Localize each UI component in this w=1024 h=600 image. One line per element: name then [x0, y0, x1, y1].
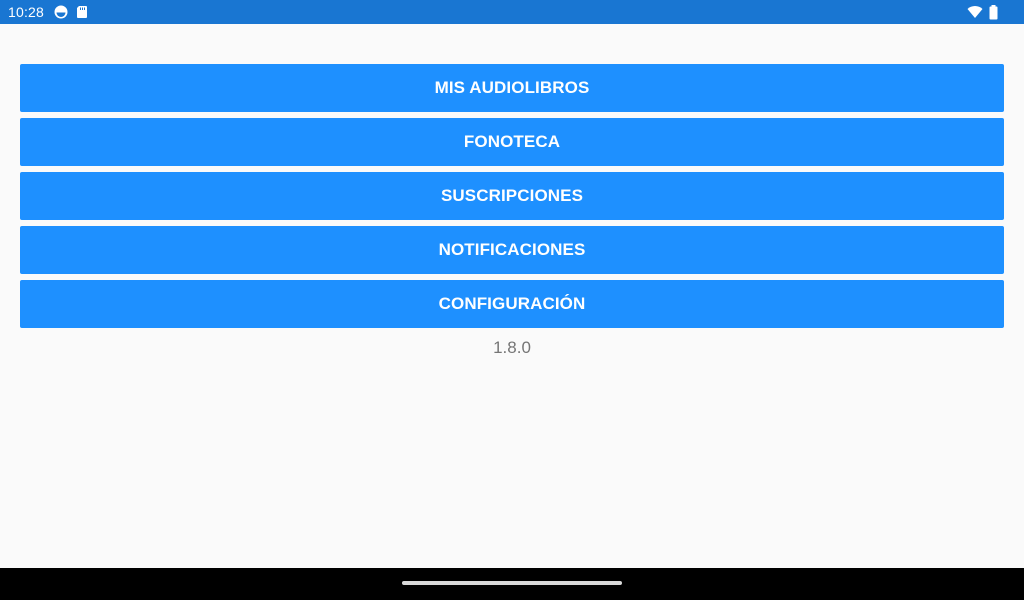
notifications-button[interactable]: NOTIFICACIONES [20, 226, 1004, 274]
status-bar-right [967, 0, 998, 24]
status-bar: 10:28 [0, 0, 1024, 24]
status-time: 10:28 [8, 4, 45, 20]
wifi-icon [967, 5, 983, 19]
settings-button[interactable]: CONFIGURACIÓN [20, 280, 1004, 328]
home-gesture-handle[interactable] [402, 581, 622, 585]
my-audiobooks-button[interactable]: MIS AUDIOLIBROS [20, 64, 1004, 112]
status-bar-left: 10:28 [0, 4, 88, 20]
navigation-bar [0, 568, 1024, 600]
app-version: 1.8.0 [493, 338, 531, 357]
sound-library-button[interactable]: FONOTECA [20, 118, 1004, 166]
sync-icon [54, 5, 68, 19]
main-menu: MIS AUDIOLIBROS FONOTECA SUSCRIPCIONES N… [20, 64, 1004, 328]
sd-card-icon [76, 5, 88, 19]
main-content: MIS AUDIOLIBROS FONOTECA SUSCRIPCIONES N… [0, 24, 1024, 568]
battery-icon [989, 4, 998, 20]
subscriptions-button[interactable]: SUSCRIPCIONES [20, 172, 1004, 220]
